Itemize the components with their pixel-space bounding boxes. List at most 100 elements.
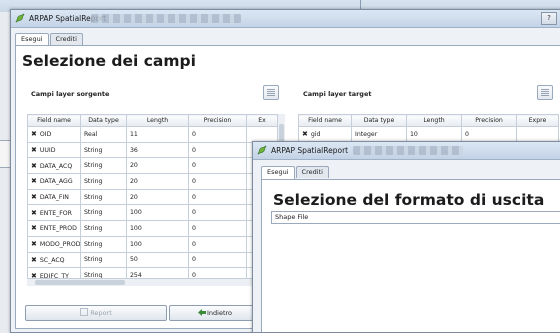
field-type-cell[interactable]: String — [80, 157, 127, 175]
field-length-cell[interactable]: 20 — [126, 173, 189, 190]
field-precision-cell[interactable]: 0 — [461, 126, 517, 143]
column-header[interactable]: Field name — [298, 114, 352, 127]
field-type-cell[interactable]: String — [80, 204, 127, 222]
field-precision-cell[interactable]: 0 — [188, 157, 247, 175]
field-name: UUID — [39, 147, 56, 155]
field-name: ENTE_FOR — [39, 209, 72, 217]
table-row[interactable]: ✖ UUID String 36 0 — [27, 141, 278, 159]
column-header[interactable]: Data type — [80, 114, 127, 127]
field-type-cell[interactable]: Real — [80, 126, 127, 143]
field-name-cell[interactable]: ✖ ENTE_PROD — [27, 220, 81, 237]
field-expression-cell[interactable] — [246, 126, 278, 143]
titlebar-blurred-area — [353, 146, 463, 155]
report-button[interactable]: Report — [25, 305, 167, 321]
green-arrow-left-icon — [197, 309, 206, 316]
table-row[interactable]: ✖ SC_ACQ String 50 0 — [27, 251, 278, 269]
field-precision-cell[interactable]: 0 — [188, 126, 247, 143]
x-mark-icon[interactable]: ✖ — [31, 224, 37, 232]
tab-crediti[interactable]: Crediti — [295, 166, 329, 178]
field-precision-cell[interactable]: 0 — [188, 188, 247, 206]
x-mark-icon[interactable]: ✖ — [31, 130, 37, 138]
report-icon — [80, 308, 89, 316]
source-fields-table: Field name Data type Length Precision Ex… — [27, 114, 278, 284]
field-type-cell[interactable]: Integer — [351, 126, 407, 143]
field-length-cell[interactable]: 11 — [126, 126, 189, 143]
field-name-cell[interactable]: ✖ OID — [27, 126, 81, 143]
back-button[interactable]: Indietro — [169, 305, 261, 321]
source-table-options-button[interactable] — [263, 85, 279, 100]
field-precision-cell[interactable]: 0 — [188, 173, 247, 190]
field-name-cell[interactable]: ✖ SC_ACQ — [27, 251, 81, 269]
column-header[interactable]: Data type — [351, 114, 407, 127]
spatialreport-window-format: ARPAP SpatialReport Esegui Crediti Selez… — [252, 141, 560, 333]
titlebar-blurred-area — [91, 14, 241, 23]
field-type-cell[interactable]: String — [80, 251, 127, 269]
field-length-cell[interactable]: 100 — [126, 204, 189, 222]
field-name: MODO_PROD — [39, 241, 81, 249]
column-header[interactable]: Length — [126, 114, 189, 127]
column-header[interactable]: Precision — [188, 114, 247, 127]
x-mark-icon[interactable]: ✖ — [31, 193, 37, 201]
table-row[interactable]: ✖ DATA_FIN String 20 0 — [27, 188, 278, 206]
field-length-cell[interactable]: 50 — [126, 251, 189, 269]
table-row[interactable]: ✖ ENTE_PROD String 100 0 — [27, 220, 278, 237]
qgis-leaf-icon — [257, 145, 267, 155]
table-row[interactable]: ✖ DATA_AGG String 20 0 — [27, 173, 278, 190]
tab-crediti[interactable]: Crediti — [49, 33, 83, 45]
field-name-cell[interactable]: ✖ MODO_PROD — [27, 235, 81, 253]
page-title: Selezione del formato di uscita — [273, 191, 545, 209]
field-type-cell[interactable]: String — [80, 220, 127, 237]
field-name: DATA_FIN — [39, 194, 69, 202]
field-name-cell[interactable]: ✖ DATA_AGG — [27, 173, 81, 190]
table-row[interactable]: ✖ ENTE_FOR String 100 0 — [27, 204, 278, 222]
window-titlebar[interactable]: ARPAP SpatialReport ? — [11, 10, 560, 28]
table-settings-icon — [267, 89, 275, 96]
field-length-cell[interactable]: 10 — [406, 126, 462, 143]
field-length-cell[interactable]: 100 — [126, 235, 189, 253]
x-mark-icon[interactable]: ✖ — [31, 209, 37, 217]
field-name-cell[interactable]: ✖ UUID — [27, 141, 81, 159]
column-header[interactable]: Ex — [246, 114, 278, 127]
field-length-cell[interactable]: 20 — [126, 157, 189, 175]
x-mark-icon[interactable]: ✖ — [31, 177, 37, 185]
table-row[interactable]: ✖ MODO_PROD String 100 0 — [27, 235, 278, 253]
field-type-cell[interactable]: String — [80, 141, 127, 159]
help-button[interactable]: ? — [541, 12, 557, 25]
field-precision-cell[interactable]: 0 — [188, 220, 247, 237]
field-precision-cell[interactable]: 0 — [188, 251, 247, 269]
field-name-cell[interactable]: ✖ ENTE_FOR — [27, 204, 81, 222]
tab-esegui[interactable]: Esegui — [261, 166, 295, 179]
window-titlebar[interactable]: ARPAP SpatialReport — [253, 142, 560, 160]
column-header[interactable]: Precision — [461, 114, 517, 127]
field-length-cell[interactable]: 36 — [126, 141, 189, 159]
field-type-cell[interactable]: String — [80, 188, 127, 206]
column-header[interactable]: Length — [406, 114, 462, 127]
field-name-cell[interactable]: ✖ DATA_FIN — [27, 188, 81, 206]
x-mark-icon[interactable]: ✖ — [31, 256, 37, 264]
target-table-options-button[interactable] — [537, 85, 553, 100]
table-row[interactable]: ✖ DATA_ACQ String 20 0 — [27, 157, 278, 175]
field-type-cell[interactable]: String — [80, 235, 127, 253]
field-name: gid — [310, 131, 321, 139]
field-length-cell[interactable]: 20 — [126, 188, 189, 206]
table-settings-icon — [541, 89, 549, 96]
column-header[interactable]: Field name — [27, 114, 81, 127]
field-type-cell[interactable]: String — [80, 173, 127, 190]
field-precision-cell[interactable]: 0 — [188, 235, 247, 253]
source-table-hscrollbar[interactable] — [27, 278, 277, 286]
field-precision-cell[interactable]: 0 — [188, 204, 247, 222]
field-name-cell[interactable]: ✖ DATA_ACQ — [27, 157, 81, 175]
field-name-cell[interactable]: ✖ gid — [298, 126, 352, 143]
table-row[interactable]: ✖ OID Real 11 0 — [27, 126, 278, 143]
x-mark-icon[interactable]: ✖ — [302, 130, 308, 138]
output-format-select[interactable]: Shape File — [271, 211, 560, 224]
field-name: ENTE_PROD — [39, 225, 77, 233]
x-mark-icon[interactable]: ✖ — [31, 162, 37, 170]
field-precision-cell[interactable]: 0 — [188, 141, 247, 159]
field-length-cell[interactable]: 100 — [126, 220, 189, 237]
table-row[interactable]: ✖ gid Integer 10 0 — [298, 126, 559, 143]
field-expression-cell[interactable] — [516, 126, 559, 143]
x-mark-icon[interactable]: ✖ — [31, 146, 37, 154]
column-header[interactable]: Expre — [516, 114, 559, 127]
x-mark-icon[interactable]: ✖ — [31, 240, 37, 248]
